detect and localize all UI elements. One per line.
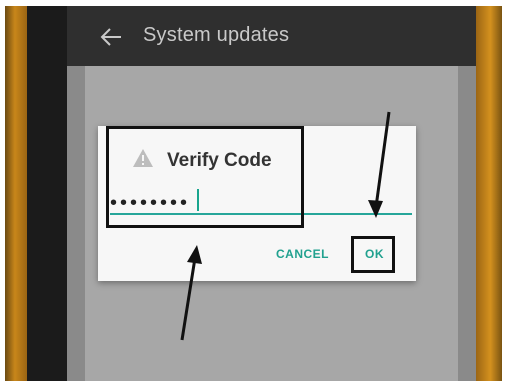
annotation-arrows (180, 111, 391, 341)
arrow-up-to-code-icon (180, 245, 202, 341)
arrow-down-to-ok-icon (368, 111, 391, 218)
